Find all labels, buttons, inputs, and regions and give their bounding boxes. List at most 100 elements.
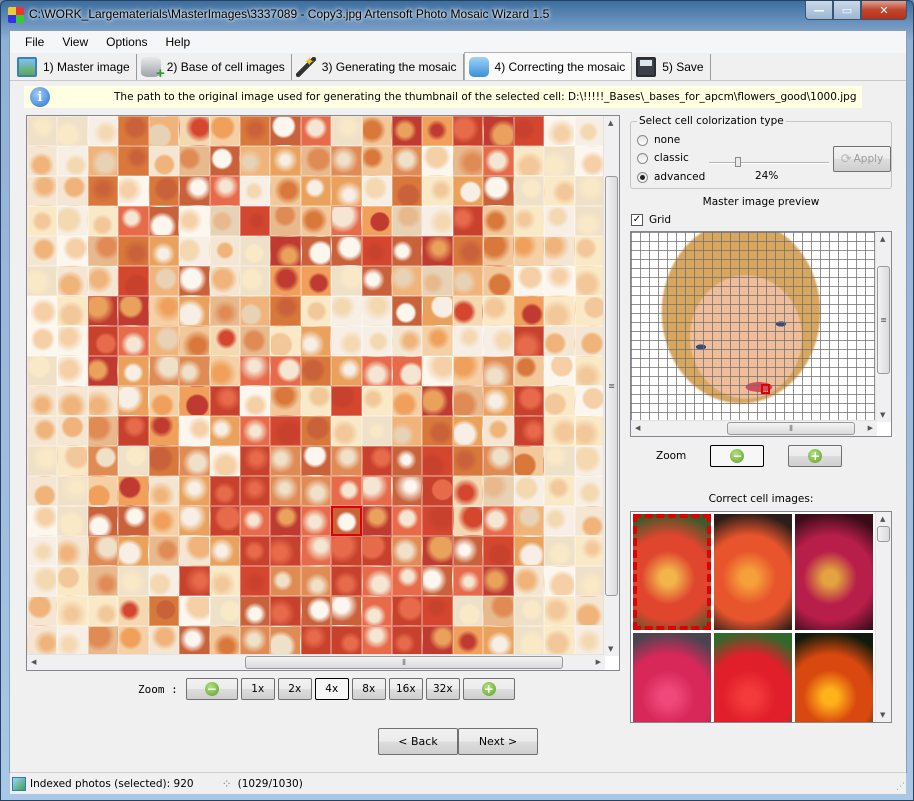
mosaic-tile[interactable] [87, 626, 119, 656]
mosaic-tile[interactable] [179, 266, 210, 296]
mosaic-tile[interactable] [422, 146, 453, 176]
grid-checkbox[interactable]: ✓ Grid [631, 214, 671, 226]
mosaic-tile[interactable] [118, 236, 149, 266]
mosaic-tile[interactable] [361, 506, 393, 536]
mosaic-tile[interactable] [27, 476, 58, 506]
mosaic-tile[interactable] [118, 536, 149, 566]
mosaic-tile[interactable] [148, 416, 180, 446]
mosaic-tile[interactable] [270, 116, 301, 146]
mosaic-tile[interactable] [87, 176, 119, 206]
tab-base-of-cell-images[interactable]: 2) Base of cell images [136, 54, 292, 82]
cell-image-option[interactable] [633, 514, 711, 630]
mosaic-tile[interactable] [179, 356, 210, 386]
mosaic-tile[interactable] [270, 476, 301, 506]
mosaic-tile[interactable] [574, 116, 605, 146]
mosaic-tile[interactable] [513, 476, 545, 506]
mosaic-tile[interactable] [483, 236, 514, 266]
mosaic-tile[interactable] [574, 356, 605, 386]
mosaic-tile[interactable] [422, 416, 453, 446]
mosaic-tile[interactable] [483, 296, 514, 326]
mosaic-tile[interactable] [483, 266, 514, 296]
zoom-out-button[interactable]: − [185, 678, 238, 700]
mosaic-tile[interactable] [209, 476, 240, 506]
mosaic-tile[interactable] [300, 206, 332, 236]
mosaic-tile[interactable] [331, 536, 362, 566]
mosaic-tile[interactable] [574, 416, 605, 446]
mosaic-tile[interactable] [331, 356, 362, 386]
mosaic-tile[interactable] [422, 296, 453, 326]
resize-grip-icon[interactable]: ⋰ [896, 782, 905, 792]
mosaic-tile[interactable] [57, 386, 88, 416]
menu-view[interactable]: View [53, 35, 97, 49]
mosaic-tile[interactable] [148, 536, 180, 566]
mosaic-tile[interactable] [574, 386, 605, 416]
mosaic-tile[interactable] [483, 626, 514, 656]
mosaic-tile[interactable] [574, 506, 605, 536]
zoom-2x-button[interactable]: 2x [277, 678, 312, 700]
mosaic-tile[interactable] [209, 386, 240, 416]
mosaic-tile[interactable] [422, 266, 453, 296]
cell-image-option[interactable] [633, 633, 711, 722]
mosaic-tile[interactable] [574, 626, 605, 656]
mosaic-tile[interactable] [300, 116, 332, 146]
mosaic-tile[interactable] [179, 386, 210, 416]
intensity-slider[interactable] [709, 157, 829, 167]
mosaic-tile[interactable] [118, 626, 149, 656]
mosaic-tile[interactable] [57, 626, 88, 656]
mosaic-tile[interactable] [148, 566, 180, 596]
mosaic-canvas[interactable] [27, 116, 605, 656]
mosaic-tile[interactable] [118, 506, 149, 536]
mosaic-tile[interactable] [392, 626, 423, 656]
mosaic-tile[interactable] [452, 386, 484, 416]
mosaic-tile[interactable] [118, 596, 149, 626]
mosaic-tile[interactable] [452, 206, 484, 236]
mosaic-tile[interactable] [57, 236, 88, 266]
mosaic-tile[interactable] [57, 596, 88, 626]
mosaic-tile[interactable] [57, 206, 88, 236]
mosaic-tile[interactable] [361, 626, 393, 656]
mosaic-tile[interactable] [27, 356, 58, 386]
vertical-scroll-thumb[interactable] [877, 526, 890, 542]
mosaic-tile[interactable] [239, 566, 271, 596]
mosaic-tile[interactable] [239, 596, 271, 626]
tab-master-image[interactable]: 1) Master image [13, 54, 137, 80]
mosaic-tile[interactable] [148, 356, 180, 386]
horizontal-scroll-thumb[interactable]: ⦀ [245, 656, 563, 669]
mosaic-tile[interactable] [27, 506, 58, 536]
mosaic-tile[interactable] [544, 476, 575, 506]
mosaic-tile[interactable] [270, 446, 301, 476]
tab-generating-the-mosaic[interactable]: 3) Generating the mosaic [291, 54, 464, 80]
mosaic-tile[interactable] [513, 536, 545, 566]
mosaic-tile[interactable] [209, 116, 240, 146]
mosaic-vertical-scrollbar[interactable]: ▲ ≡ ▼ [603, 116, 619, 656]
mosaic-tile[interactable] [422, 386, 453, 416]
mosaic-tile[interactable] [27, 146, 58, 176]
mosaic-tile[interactable] [300, 566, 332, 596]
mosaic-tile[interactable] [483, 206, 514, 236]
mosaic-tile[interactable] [422, 536, 453, 566]
mosaic-tile[interactable] [392, 356, 423, 386]
mosaic-tile[interactable] [513, 146, 545, 176]
mosaic-tile[interactable] [574, 326, 605, 356]
mosaic-tile[interactable] [452, 116, 484, 146]
mosaic-tile[interactable] [57, 446, 88, 476]
mosaic-tile[interactable] [270, 206, 301, 236]
mosaic-tile[interactable] [148, 386, 180, 416]
mosaic-tile[interactable] [422, 176, 453, 206]
mosaic-tile[interactable] [574, 596, 605, 626]
mosaic-tile[interactable] [361, 536, 393, 566]
horizontal-scroll-thumb[interactable]: ⦀ [727, 422, 855, 435]
mosaic-tile[interactable] [209, 206, 240, 236]
mosaic-tile[interactable] [239, 296, 271, 326]
mosaic-tile[interactable] [87, 566, 119, 596]
mosaic-tile[interactable] [483, 326, 514, 356]
mosaic-tile[interactable] [239, 536, 271, 566]
mosaic-tile[interactable] [513, 236, 545, 266]
mosaic-tile[interactable] [483, 416, 514, 446]
mosaic-tile[interactable] [239, 386, 271, 416]
menu-file[interactable]: File [16, 35, 53, 49]
mosaic-tile[interactable] [87, 416, 119, 446]
mosaic-tile[interactable] [392, 536, 423, 566]
mosaic-tile[interactable] [422, 626, 453, 656]
mosaic-tile[interactable] [300, 386, 332, 416]
